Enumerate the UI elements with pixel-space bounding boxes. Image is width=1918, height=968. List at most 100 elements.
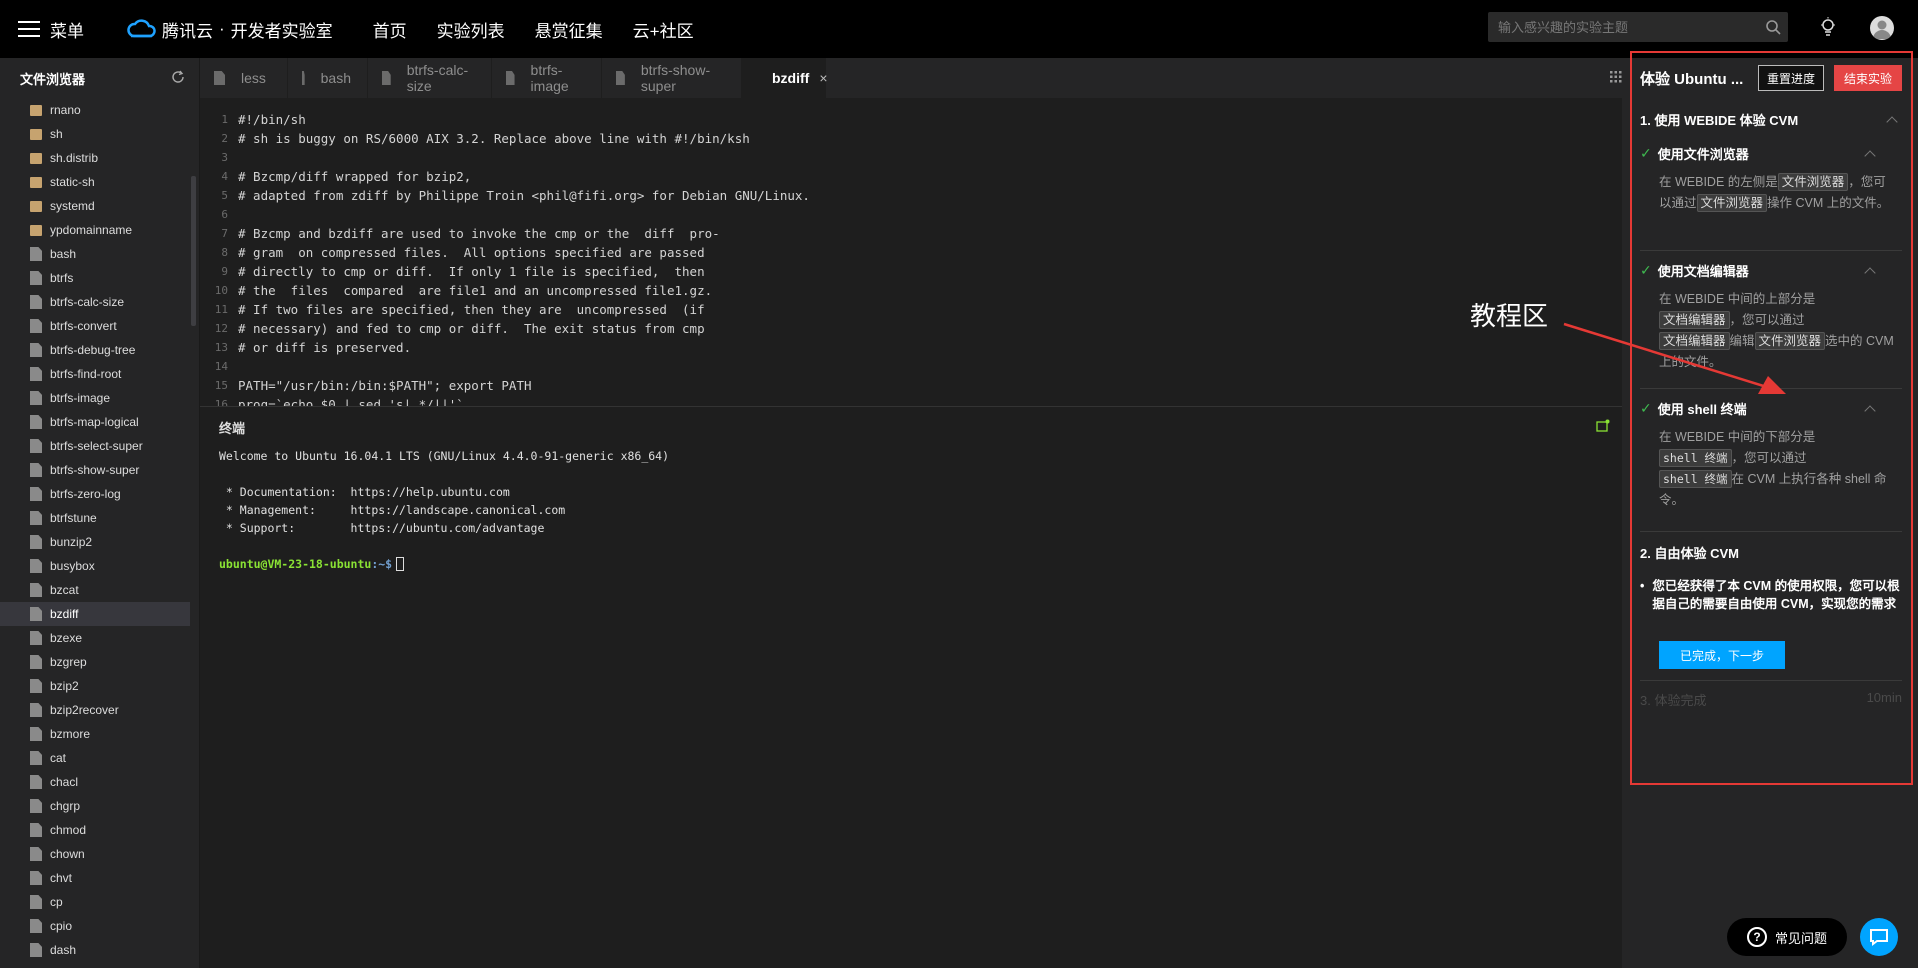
sidebar-scrollbar[interactable]: [191, 176, 196, 326]
file-icon: [30, 343, 42, 357]
file-item[interactable]: bzexe: [0, 626, 190, 650]
section-2-header[interactable]: 2. 自由体验 CVM: [1640, 543, 1902, 562]
section-3-header[interactable]: 3. 体验完成 10min: [1640, 690, 1902, 709]
reset-progress-button[interactable]: 重置进度: [1758, 65, 1825, 91]
file-item-label: bash: [50, 247, 77, 261]
nav-community[interactable]: 云+社区: [633, 17, 694, 42]
section-1-header[interactable]: 1. 使用 WEBIDE 体验 CVM: [1640, 110, 1902, 129]
file-item[interactable]: bzip2: [0, 674, 190, 698]
tab-btrfs-calc-size[interactable]: btrfs-calc-size: [368, 58, 492, 98]
file-item[interactable]: chacl: [0, 770, 190, 794]
faq-label: 常见问题: [1774, 930, 1827, 946]
file-item-label: cat: [50, 751, 67, 765]
end-experiment-button[interactable]: 结束实验: [1834, 65, 1903, 91]
close-icon[interactable]: ×: [819, 70, 827, 86]
code-line: 4 # Bzcmp/diff wrapped for bzip2,: [200, 167, 1622, 186]
search-icon[interactable]: [1758, 19, 1788, 35]
faq-button[interactable]: ? 常见问题: [1727, 918, 1847, 956]
line-number: 12: [214, 322, 228, 335]
more-grid-icon[interactable]: [1610, 70, 1622, 88]
file-icon: [30, 895, 42, 909]
section-1-title: 1. 使用 WEBIDE 体验 CVM: [1640, 113, 1799, 128]
complete-next-button[interactable]: 已完成，下一步: [1659, 641, 1785, 669]
file-item[interactable]: btrfs-select-super: [0, 434, 190, 458]
file-item[interactable]: chgrp: [0, 794, 190, 818]
code-line: 11 # If two files are specified, then the…: [200, 300, 1622, 319]
file-item[interactable]: rnano: [0, 98, 190, 122]
code-line: 16 prog=`echo $0 | sed 's|.*/||'`: [200, 395, 1622, 406]
file-item-label: busybox: [50, 559, 95, 573]
file-item[interactable]: bash: [0, 242, 190, 266]
file-item[interactable]: bzmore: [0, 722, 190, 746]
file-icon: [30, 535, 42, 549]
tab-bzdiff[interactable]: bzdiff ×: [742, 58, 828, 98]
file-item[interactable]: bunzip2: [0, 530, 190, 554]
code-line: 10 # the files compared are file1 and an …: [200, 281, 1622, 300]
file-item[interactable]: btrfs-debug-tree: [0, 338, 190, 362]
file-item[interactable]: chmod: [0, 818, 190, 842]
terminal-line: Welcome to Ubuntu 16.04.1 LTS (GNU/Linux…: [219, 449, 670, 463]
file-item[interactable]: btrfs-map-logical: [0, 410, 190, 434]
step-1-description: 在 WEBIDE 的左侧是 文件浏览器 ，您可以通过 文件浏览器 操作 CVM 上的文件…: [1659, 172, 1897, 214]
file-item[interactable]: btrfs-convert: [0, 314, 190, 338]
file-item[interactable]: busybox: [0, 554, 190, 578]
tab-bash[interactable]: bash: [288, 58, 368, 98]
file-item[interactable]: static-sh: [0, 170, 190, 194]
code-line: 9 # directly to cmp or diff. If only 1 fi…: [200, 262, 1622, 281]
line-number: 3: [221, 151, 228, 164]
new-terminal-icon[interactable]: [1596, 419, 1610, 438]
search-input[interactable]: [1488, 12, 1758, 42]
tab-less[interactable]: less: [200, 58, 288, 98]
file-item[interactable]: btrfstune: [0, 506, 190, 530]
file-item[interactable]: dash: [0, 938, 190, 962]
code-line: 6: [200, 205, 1622, 224]
logo[interactable]: 腾讯云 · 开发者实验室: [126, 17, 333, 42]
file-item[interactable]: bzip2recover: [0, 698, 190, 722]
hamburger-icon: [18, 21, 40, 37]
file-item[interactable]: btrfs-find-root: [0, 362, 190, 386]
step-1-title: 使用文件浏览器: [1657, 147, 1749, 162]
code-editor[interactable]: 1 #!/bin/sh 2 # sh is buggy on RS/6000 AIX …: [200, 98, 1622, 406]
user-avatar[interactable]: [1870, 16, 1894, 40]
file-item[interactable]: cpio: [0, 914, 190, 938]
chat-button[interactable]: [1860, 918, 1898, 956]
file-item[interactable]: sh: [0, 122, 190, 146]
nav-home[interactable]: 首页: [373, 17, 407, 42]
tab-label: bzdiff: [772, 70, 810, 86]
question-icon: ?: [1746, 927, 1767, 947]
file-item[interactable]: btrfs-calc-size: [0, 290, 190, 314]
terminal-prompt-line[interactable]: ubuntu@VM-23-18-ubuntu:~$: [219, 555, 1622, 573]
step-shell-terminal[interactable]: ✓ 使用 shell 终端: [1640, 399, 1902, 418]
file-item[interactable]: sh.distrib: [0, 146, 190, 170]
terminal-panel[interactable]: 终端 Welcome to Ubuntu 16.04.1 LTS (GNU/Li…: [200, 406, 1622, 968]
section-3-duration: 10min: [1866, 690, 1902, 705]
file-item[interactable]: bzdiff: [0, 602, 190, 626]
nav-lab-list[interactable]: 实验列表: [437, 17, 505, 42]
file-item[interactable]: btrfs-zero-log: [0, 482, 190, 506]
file-item[interactable]: cat: [0, 746, 190, 770]
file-item[interactable]: btrfs: [0, 266, 190, 290]
tab-btrfs-show-super[interactable]: btrfs-show-super: [602, 58, 742, 98]
tutorial-area-annotation: 教程区: [1470, 301, 1549, 331]
file-item[interactable]: bzcat: [0, 578, 190, 602]
file-item[interactable]: btrfs-show-super: [0, 458, 190, 482]
section-2-text: 您已经获得了本 CVM 的使用权限，您可以根据自己的需要自由使用 CVM，实现您…: [1652, 579, 1900, 611]
file-item[interactable]: chown: [0, 842, 190, 866]
file-item[interactable]: cp: [0, 890, 190, 914]
theme-bulb-icon[interactable]: [1820, 17, 1836, 42]
file-item[interactable]: bzgrep: [0, 650, 190, 674]
file-item[interactable]: systemd: [0, 194, 190, 218]
refresh-icon[interactable]: [171, 70, 185, 87]
file-item[interactable]: ypdomainname: [0, 218, 190, 242]
file-item[interactable]: chvt: [0, 866, 190, 890]
file-item[interactable]: btrfs-image: [0, 386, 190, 410]
file-icon: [30, 487, 42, 501]
menu-button[interactable]: 菜单: [18, 17, 84, 42]
step-doc-editor[interactable]: ✓ 使用文档编辑器: [1640, 261, 1902, 280]
step-file-browser[interactable]: ✓ 使用文件浏览器: [1640, 144, 1902, 163]
tab-btrfs-image[interactable]: btrfs-image: [492, 58, 602, 98]
nav-bounty[interactable]: 悬赏征集: [535, 17, 603, 42]
folder-icon: [30, 128, 42, 140]
file-item-label: btrfs-debug-tree: [50, 343, 136, 357]
